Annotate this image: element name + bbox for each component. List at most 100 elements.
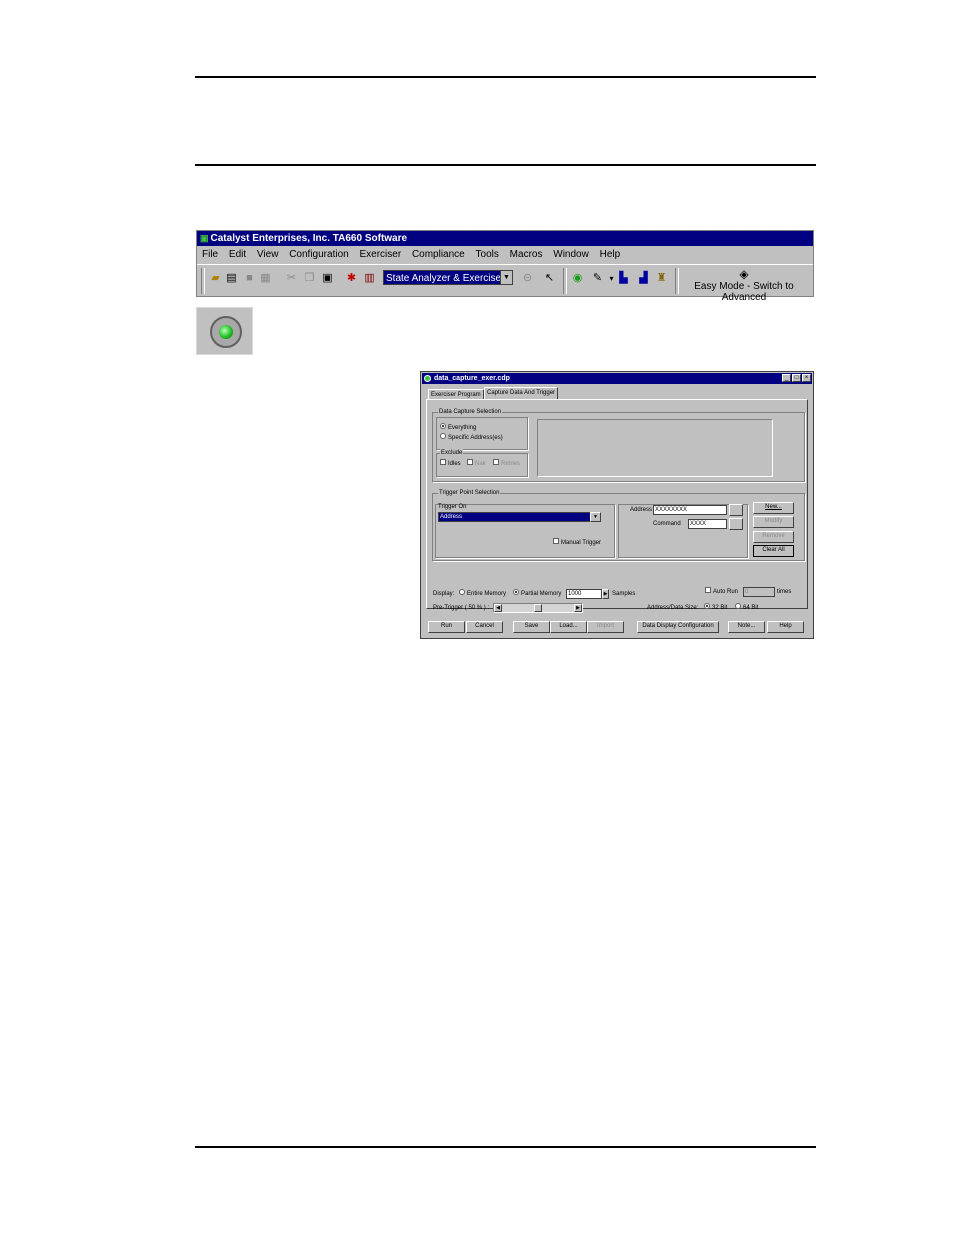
paste-icon[interactable]: ▣ (321, 272, 334, 285)
address-edit-button[interactable] (729, 504, 743, 516)
close-icon[interactable]: × (802, 374, 811, 382)
chevron-down-icon[interactable]: ▼ (590, 512, 601, 522)
tab-exerciser-program[interactable]: Exerciser Program (428, 389, 484, 399)
specific-address-radio[interactable]: Specific Address(es) (440, 433, 503, 442)
chevron-down-icon[interactable]: ▼ (500, 270, 513, 285)
slider-left-arrow[interactable]: ◀ (494, 604, 502, 612)
import-button[interactable]: Import (587, 621, 624, 633)
times-label: times (777, 589, 792, 595)
capture-dialog: data_capture_exer.cdp _ □ × Exerciser Pr… (420, 371, 814, 639)
app-logo-icon: ▣ (200, 233, 209, 243)
run-icon[interactable]: ◉ (571, 272, 584, 285)
data-capture-group-label: Data Capture Selection (438, 408, 503, 416)
address-data-size-label: Address/Data Size: (647, 605, 699, 611)
menu-help[interactable]: Help (600, 249, 621, 260)
trigger-icon[interactable]: ✎ (591, 272, 604, 285)
menu-window[interactable]: Window (553, 249, 589, 260)
auto-run-field[interactable]: 0 (743, 587, 775, 597)
calendar-icon[interactable]: ▥ (363, 272, 376, 285)
app-title: Catalyst Enterprises, Inc. TA660 Softwar… (210, 233, 408, 244)
run-button[interactable]: Run (428, 621, 465, 633)
size-64-label: 64 Bit (743, 605, 759, 611)
top-rule (195, 76, 816, 78)
minimize-icon[interactable]: _ (782, 374, 791, 382)
stop-icon[interactable]: ⊝ (521, 272, 534, 285)
easy-mode-button[interactable]: ◈ Easy Mode - Switch to Advanced (681, 265, 807, 303)
slider-thumb[interactable] (534, 604, 542, 612)
size-32-radio[interactable]: 32 Bit (704, 603, 727, 612)
mode-select[interactable]: State Analyzer & Exerciser (383, 270, 513, 285)
load-button[interactable]: Load... (550, 621, 587, 633)
trigger-group-label: Trigger Point Selection (438, 489, 501, 497)
chart-icon[interactable]: ▙ (617, 272, 630, 285)
dialog-icon (424, 375, 431, 382)
command-edit-button[interactable] (729, 518, 743, 530)
partial-memory-radio[interactable]: Partial Memory (513, 589, 562, 598)
menu-tools[interactable]: Tools (476, 249, 499, 260)
entire-memory-radio[interactable]: Entire Memory (459, 589, 506, 598)
auto-run-checkbox[interactable]: Auto Run (705, 587, 738, 596)
remove-trigger-button[interactable]: Remove (753, 531, 794, 543)
ring-icon (210, 316, 242, 348)
partial-memory-label: Partial Memory (521, 591, 562, 597)
delete-icon[interactable]: ✱ (345, 272, 358, 285)
dialog-title: data_capture_exer.cdp (434, 375, 510, 382)
menu-configuration[interactable]: Configuration (289, 249, 348, 260)
trigger-on-select[interactable]: Address (438, 512, 601, 522)
note-button[interactable]: Note... (728, 621, 765, 633)
manual-trigger-checkbox[interactable]: Manual Trigger (553, 538, 602, 547)
new-document-icon[interactable]: ▤ (225, 272, 238, 285)
tab-capture-data-and-trigger[interactable]: Capture Data And Trigger (484, 387, 559, 399)
footer-rule (195, 1146, 816, 1148)
idles-checkbox[interactable]: Idles (440, 459, 461, 468)
toolbar-separator (675, 268, 679, 294)
toolbar-separator (201, 268, 205, 294)
app-window: ▣ Catalyst Enterprises, Inc. TA660 Softwa… (196, 230, 814, 303)
open-icon[interactable]: ▰ (209, 272, 222, 285)
copy-icon[interactable]: ❐ (303, 272, 316, 285)
maximize-icon[interactable]: □ (792, 374, 801, 382)
easy-mode-label: Easy Mode - Switch to Advanced (694, 281, 794, 303)
dialog-title-bar: data_capture_exer.cdp (422, 373, 812, 384)
app-title-bar: ▣ Catalyst Enterprises, Inc. TA660 Softwa… (197, 231, 813, 246)
exclude-label: Exclude (440, 449, 464, 457)
help-button[interactable]: Help (767, 621, 804, 633)
pre-trigger-slider[interactable]: ◀ ▶ (493, 603, 583, 613)
menu-file[interactable]: File (202, 249, 218, 260)
menu-exerciser[interactable]: Exerciser (359, 249, 401, 260)
samples-field[interactable]: 1000 (566, 589, 602, 599)
exclude-retries-checkbox[interactable]: Retries (493, 459, 520, 468)
size-64-radio[interactable]: 64 Bit (735, 603, 759, 612)
header-rule (195, 164, 816, 166)
save-button[interactable]: Save (513, 621, 550, 633)
command-label: Command (653, 521, 681, 527)
modify-trigger-button[interactable]: Modify (753, 516, 794, 528)
help-pointer-icon[interactable]: ↖ (543, 272, 556, 285)
menu-macros[interactable]: Macros (510, 249, 543, 260)
lock-icon[interactable]: ♜ (655, 272, 668, 285)
samples-label: Samples (612, 591, 636, 597)
clear-all-button[interactable]: Clear All (753, 545, 794, 557)
cancel-button[interactable]: Cancel (466, 621, 503, 633)
save-icon[interactable]: ■ (243, 272, 256, 285)
manual-trigger-label: Manual Trigger (561, 540, 602, 546)
everything-radio[interactable]: Everything (440, 423, 477, 432)
address-field[interactable]: XXXXXXXX (653, 505, 727, 515)
data-display-configuration-button[interactable]: Data Display Configuration (637, 621, 719, 633)
diamond-arrow-icon: ◈ (739, 267, 749, 281)
exclude-nak-checkbox[interactable]: Nak (467, 459, 486, 468)
menu-edit[interactable]: Edit (229, 249, 246, 260)
run-button-icon (196, 307, 253, 355)
menu-compliance[interactable]: Compliance (412, 249, 465, 260)
samples-spin-button[interactable]: ▶ (602, 589, 609, 599)
new-trigger-button[interactable]: New... (753, 502, 794, 514)
trigger-on-label: Trigger On (438, 504, 467, 510)
print-icon[interactable]: ▦ (259, 272, 272, 285)
command-field[interactable]: XXXX (688, 519, 727, 529)
cut-icon[interactable]: ✂ (285, 272, 298, 285)
everything-label: Everything (448, 425, 477, 431)
slider-right-arrow[interactable]: ▶ (574, 604, 582, 612)
statistics-icon[interactable]: ▟ (637, 272, 650, 285)
green-light-icon (219, 325, 233, 339)
menu-view[interactable]: View (257, 249, 279, 260)
